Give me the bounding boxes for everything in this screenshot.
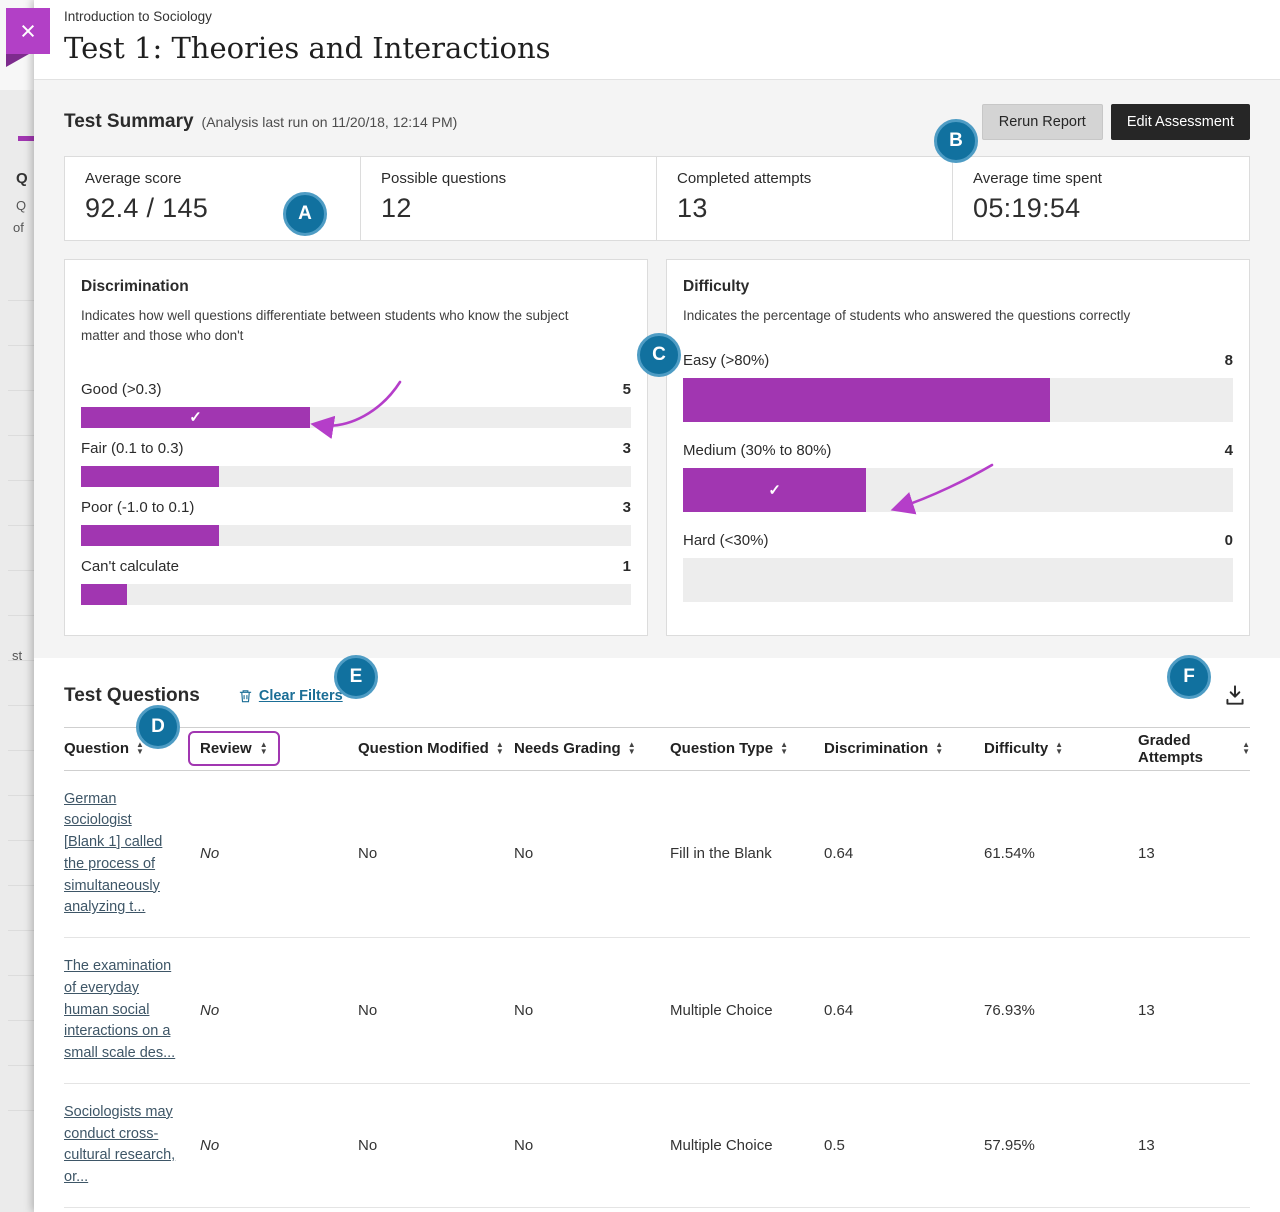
summary-stat-cards: Average score 92.4 / 145 Possible questi… xyxy=(64,156,1250,241)
column-header-needs-grading[interactable]: Needs Grading ▲▼ xyxy=(514,740,670,757)
table-row: German sociologist [Blank 1] called the … xyxy=(64,771,1250,939)
review-highlight-box: Review ▲▼ xyxy=(188,731,280,766)
ribbon-fold xyxy=(6,54,29,67)
question-modified-cell: No xyxy=(358,1137,514,1154)
discrimination-cell: 0.64 xyxy=(824,1002,984,1019)
sort-icon[interactable]: ▲▼ xyxy=(1242,742,1250,755)
assessment-analysis-panel: Introduction to Sociology Test 1: Theori… xyxy=(34,0,1280,1212)
discrimination-chart-title: Discrimination xyxy=(81,278,631,296)
column-header-discrimination[interactable]: Discrimination ▲▼ xyxy=(824,740,984,757)
bar-hard: Hard (<30%) 0 xyxy=(683,532,1233,602)
review-cell: No xyxy=(200,1137,358,1154)
bar-cant-calculate: Can't calculate 1 xyxy=(81,558,631,605)
close-icon: × xyxy=(20,16,36,47)
background-row-lines xyxy=(8,256,34,1136)
review-cell: No xyxy=(200,845,358,862)
discrimination-cell: 0.5 xyxy=(824,1137,984,1154)
column-header-question-modified[interactable]: Question Modified ▲▼ xyxy=(358,740,514,757)
test-questions-section: Test Questions Clear Filters Question ▲▼ xyxy=(34,658,1280,1208)
background-text-fragment: of xyxy=(13,220,24,235)
stat-completed-attempts: Completed attempts 13 xyxy=(657,157,953,240)
column-header-graded-attempts[interactable]: Graded Attempts ▲▼ xyxy=(1138,732,1250,766)
checkmark-icon: ✓ xyxy=(768,481,781,499)
question-link[interactable]: Sociologists may conduct cross-cultural … xyxy=(64,1102,176,1189)
graded-attempts-cell: 13 xyxy=(1138,845,1250,862)
analysis-last-run-text: (Analysis last run on 11/20/18, 12:14 PM… xyxy=(202,114,458,130)
bar-fair: Fair (0.1 to 0.3) 3 xyxy=(81,440,631,487)
discrimination-chart-description: Indicates how well questions differentia… xyxy=(81,306,593,347)
download-results-button[interactable] xyxy=(1220,680,1250,713)
bar-poor: Poor (-1.0 to 0.1) 3 xyxy=(81,499,631,546)
background-text-fragment: Q xyxy=(16,198,26,213)
column-header-difficulty[interactable]: Difficulty ▲▼ xyxy=(984,740,1138,757)
discrimination-cell: 0.64 xyxy=(824,845,984,862)
stat-possible-questions: Possible questions 12 xyxy=(361,157,657,240)
needs-grading-cell: No xyxy=(514,1002,670,1019)
table-header-row: Question ▲▼ Review ▲▼ Question Modified … xyxy=(64,727,1250,771)
bar-medium: Medium (30% to 80%) 4 ✓ xyxy=(683,442,1233,512)
difficulty-cell: 76.93% xyxy=(984,1002,1138,1019)
sort-icon[interactable]: ▲▼ xyxy=(1055,742,1063,755)
question-link[interactable]: The examination of everyday human social… xyxy=(64,956,176,1065)
sort-icon[interactable]: ▲▼ xyxy=(260,742,268,755)
graded-attempts-cell: 13 xyxy=(1138,1137,1250,1154)
column-header-review[interactable]: Review ▲▼ xyxy=(200,731,358,766)
difficulty-cell: 61.54% xyxy=(984,845,1138,862)
bar-good: Good (>0.3) 5 ✓ xyxy=(81,381,631,428)
question-type-cell: Fill in the Blank xyxy=(670,845,824,862)
column-header-question[interactable]: Question ▲▼ xyxy=(64,740,200,757)
graded-attempts-cell: 13 xyxy=(1138,1002,1250,1019)
sort-icon[interactable]: ▲▼ xyxy=(496,742,504,755)
sort-icon[interactable]: ▲▼ xyxy=(780,742,788,755)
screenshot-viewport: Q Q of st × Introduction to Sociology Te… xyxy=(0,0,1280,1212)
background-accent-bar xyxy=(18,136,34,141)
breadcrumb: Introduction to Sociology xyxy=(64,9,1250,24)
test-questions-heading: Test Questions xyxy=(64,685,200,707)
difficulty-chart: Difficulty Indicates the percentage of s… xyxy=(666,259,1250,636)
question-type-cell: Multiple Choice xyxy=(670,1002,824,1019)
table-row: The examination of everyday human social… xyxy=(64,938,1250,1084)
bar-easy: Easy (>80%) 8 xyxy=(683,352,1233,422)
question-modified-cell: No xyxy=(358,1002,514,1019)
table-row: Sociologists may conduct cross-cultural … xyxy=(64,1084,1250,1208)
page-title: Test 1: Theories and Interactions xyxy=(64,31,1250,65)
question-type-cell: Multiple Choice xyxy=(670,1137,824,1154)
difficulty-cell: 57.95% xyxy=(984,1137,1138,1154)
download-icon xyxy=(1222,682,1248,708)
needs-grading-cell: No xyxy=(514,845,670,862)
review-cell: No xyxy=(200,1002,358,1019)
sort-icon[interactable]: ▲▼ xyxy=(136,742,144,755)
stat-average-time-spent: Average time spent 05:19:54 xyxy=(953,157,1249,240)
stat-average-score: Average score 92.4 / 145 xyxy=(65,157,361,240)
rerun-report-button[interactable]: Rerun Report xyxy=(982,104,1103,140)
needs-grading-cell: No xyxy=(514,1137,670,1154)
background-text-fragment: Q xyxy=(16,170,28,187)
difficulty-chart-title: Difficulty xyxy=(683,278,1233,296)
trash-icon xyxy=(238,688,253,704)
sort-icon[interactable]: ▲▼ xyxy=(935,742,943,755)
test-summary-section: Test Summary (Analysis last run on 11/20… xyxy=(34,79,1280,658)
background-page-strip: Q Q of st xyxy=(0,0,34,1212)
discrimination-chart: Discrimination Indicates how well questi… xyxy=(64,259,648,636)
column-header-question-type[interactable]: Question Type ▲▼ xyxy=(670,740,824,757)
clear-filters-link[interactable]: Clear Filters xyxy=(238,688,343,704)
question-modified-cell: No xyxy=(358,845,514,862)
close-panel-button[interactable]: × xyxy=(6,8,50,67)
panel-header: Introduction to Sociology Test 1: Theori… xyxy=(34,0,1280,79)
checkmark-icon: ✓ xyxy=(189,408,202,426)
difficulty-chart-description: Indicates the percentage of students who… xyxy=(683,306,1195,326)
question-link[interactable]: German sociologist [Blank 1] called the … xyxy=(64,789,176,920)
sort-icon[interactable]: ▲▼ xyxy=(628,742,636,755)
edit-assessment-button[interactable]: Edit Assessment xyxy=(1111,104,1250,140)
test-summary-heading: Test Summary xyxy=(64,111,194,133)
questions-table: Question ▲▼ Review ▲▼ Question Modified … xyxy=(64,727,1250,1208)
